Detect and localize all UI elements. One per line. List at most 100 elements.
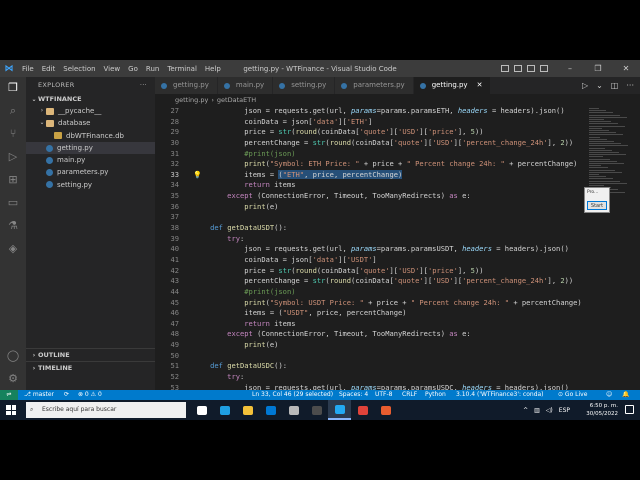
python-icon[interactable]: ◈ — [6, 242, 20, 256]
tab-setting[interactable]: setting.py — [273, 77, 336, 94]
tab-getting-preview[interactable]: getting.py — [155, 77, 218, 94]
file-explorer-icon[interactable] — [236, 400, 259, 420]
chrome-icon[interactable] — [351, 400, 374, 420]
more-actions-icon[interactable]: ··· — [140, 77, 147, 93]
code-line[interactable]: 40 json = requests.get(url, params=param… — [155, 244, 585, 255]
extensions-icon[interactable]: ⊞ — [6, 173, 20, 187]
tray-chevron-icon[interactable]: ^ — [523, 407, 528, 414]
taskbar-search-box[interactable]: ⌕ Escribe aquí para buscar — [26, 402, 186, 418]
gear-icon[interactable]: ⚙ — [6, 372, 20, 386]
files-icon[interactable]: ❐ — [6, 81, 20, 95]
code-line[interactable]: 32 print("Symbol: ETH Price: " + price +… — [155, 159, 585, 170]
code-line[interactable]: 39 try: — [155, 234, 585, 245]
code-line[interactable]: 45 print("Symbol: USDT Price: " + price … — [155, 298, 585, 309]
tab-getting[interactable]: getting.py ✕ — [413, 77, 492, 94]
remote-indicator-icon[interactable]: ⇌ — [0, 390, 18, 400]
code-line[interactable]: 50 — [155, 351, 585, 362]
volume-icon[interactable]: ◁) — [546, 407, 553, 414]
file-tree-item[interactable]: main.py — [26, 154, 155, 166]
code-line[interactable]: 48 except (ConnectionError, Timeout, Too… — [155, 329, 585, 340]
code-editor[interactable]: 27 json = requests.get(url, params=param… — [155, 106, 585, 390]
vscode-icon[interactable] — [328, 400, 351, 420]
run-debug-icon[interactable]: ▷ — [6, 150, 20, 164]
run-options-chevron-icon[interactable]: ⌄ — [596, 77, 603, 94]
network-icon[interactable]: ▥ — [534, 407, 540, 414]
code-line[interactable]: 42 price = str(round(coinData['quote']['… — [155, 266, 585, 277]
sync-icon[interactable]: ⟳ — [64, 390, 69, 400]
menu-view[interactable]: View — [100, 65, 125, 73]
code-line[interactable]: 29 price = str(round(coinData['quote']['… — [155, 127, 585, 138]
code-line[interactable]: 30 percentChange = str(round(coinData['q… — [155, 138, 585, 149]
customize-layout-icon[interactable] — [540, 65, 548, 72]
menu-run[interactable]: Run — [142, 65, 163, 73]
toggle-sidebar-icon[interactable] — [501, 65, 509, 72]
indentation-indicator[interactable]: Spaces: 4 — [339, 390, 368, 400]
code-line[interactable]: 46 items = ("USDT", price, percentChange… — [155, 308, 585, 319]
file-tree-item[interactable]: › __pycache__ — [26, 105, 155, 117]
menu-edit[interactable]: Edit — [38, 65, 60, 73]
encoding-indicator[interactable]: UTF-8 — [375, 390, 393, 400]
edge-icon[interactable] — [213, 400, 236, 420]
minimap[interactable] — [585, 106, 640, 390]
close-tab-icon[interactable]: ✕ — [477, 77, 483, 94]
outline-section[interactable]: › OUTLINE — [26, 348, 155, 360]
menu-selection[interactable]: Selection — [59, 65, 99, 73]
menu-terminal[interactable]: Terminal — [163, 65, 201, 73]
cursor-position[interactable]: Ln 33, Col 46 (29 selected) — [252, 390, 333, 400]
code-line[interactable]: 34 return items — [155, 180, 585, 191]
file-tree-item[interactable]: setting.py — [26, 179, 155, 191]
code-line[interactable]: 51 def getDataUSDC(): — [155, 361, 585, 372]
clock[interactable]: 6:50 p. m. 30/05/2022 — [586, 402, 618, 418]
start-button[interactable]: Start — [587, 201, 607, 210]
toggle-secondary-sidebar-icon[interactable] — [527, 65, 535, 72]
code-line[interactable]: 35 except (ConnectionError, Timeout, Too… — [155, 191, 585, 202]
go-live-button[interactable]: ⊙ Go Live — [558, 390, 587, 400]
tab-parameters[interactable]: parameters.py — [335, 77, 414, 94]
file-tree-item[interactable]: dbWTFinance.db — [26, 130, 155, 142]
code-line[interactable]: 43 percentChange = str(round(coinData['q… — [155, 276, 585, 287]
code-line[interactable]: 52 try: — [155, 372, 585, 383]
keyboard-language[interactable]: ESP — [559, 407, 570, 414]
minimize-button[interactable]: – — [556, 60, 584, 77]
mail-icon[interactable] — [259, 400, 282, 420]
breadcrumb-symbol[interactable]: getDataETH — [217, 94, 256, 106]
search-icon[interactable]: ⌕ — [6, 104, 20, 118]
toggle-panel-icon[interactable] — [514, 65, 522, 72]
app-icon[interactable] — [374, 400, 397, 420]
code-line[interactable]: 33 💡 items = ("ETH", price, percentChange… — [155, 169, 585, 181]
menu-help[interactable]: Help — [201, 65, 225, 73]
maximize-button[interactable]: ❐ — [584, 60, 612, 77]
task-view-icon[interactable] — [190, 400, 213, 420]
timeline-section[interactable]: › TIMELINE — [26, 361, 155, 373]
testing-icon[interactable]: ⚗ — [6, 219, 20, 233]
problems-indicator[interactable]: ⊗ 0 ⚠ 0 — [78, 390, 102, 400]
code-line[interactable]: 53 json = requests.get(url, params=param… — [155, 383, 585, 390]
project-folder[interactable]: ⌄WTFINANCE — [26, 93, 155, 105]
code-line[interactable]: 28 coinData = json['data']['ETH'] — [155, 117, 585, 128]
floating-window[interactable]: Pro... Start — [584, 187, 610, 213]
code-line[interactable]: 27 json = requests.get(url, params=param… — [155, 106, 585, 117]
file-tree-item[interactable]: getting.py — [26, 141, 155, 155]
branch-indicator[interactable]: ⎇ master — [24, 390, 54, 400]
feedback-icon[interactable]: ☺ — [606, 390, 612, 400]
code-line[interactable]: 31 #print(json) — [155, 149, 585, 160]
menu-go[interactable]: Go — [124, 65, 142, 73]
notification-center-icon[interactable] — [625, 405, 634, 414]
source-control-icon[interactable]: ⑂ — [6, 127, 20, 141]
notes-icon[interactable] — [282, 400, 305, 420]
run-file-icon[interactable]: ▷ — [582, 77, 588, 94]
code-line[interactable]: 38 def getDataUSDT(): — [155, 223, 585, 234]
windows-start-icon[interactable] — [6, 405, 16, 415]
close-window-button[interactable]: ✕ — [612, 60, 640, 77]
split-editor-icon[interactable]: ◫ — [611, 77, 619, 94]
python-interpreter[interactable]: 3.10.4 ('WTFinance3': conda) — [456, 390, 544, 400]
code-line[interactable]: 49 print(e) — [155, 340, 585, 351]
eol-indicator[interactable]: CRLF — [402, 390, 417, 400]
language-mode[interactable]: Python — [425, 390, 446, 400]
code-line[interactable]: 47 return items — [155, 319, 585, 330]
code-line[interactable]: 36 print(e) — [155, 202, 585, 213]
code-line[interactable]: 37 — [155, 212, 585, 223]
file-tree-item[interactable]: ⌄ database — [26, 117, 155, 129]
tab-main[interactable]: main.py — [217, 77, 274, 94]
code-line[interactable]: 44 #print(json) — [155, 287, 585, 298]
